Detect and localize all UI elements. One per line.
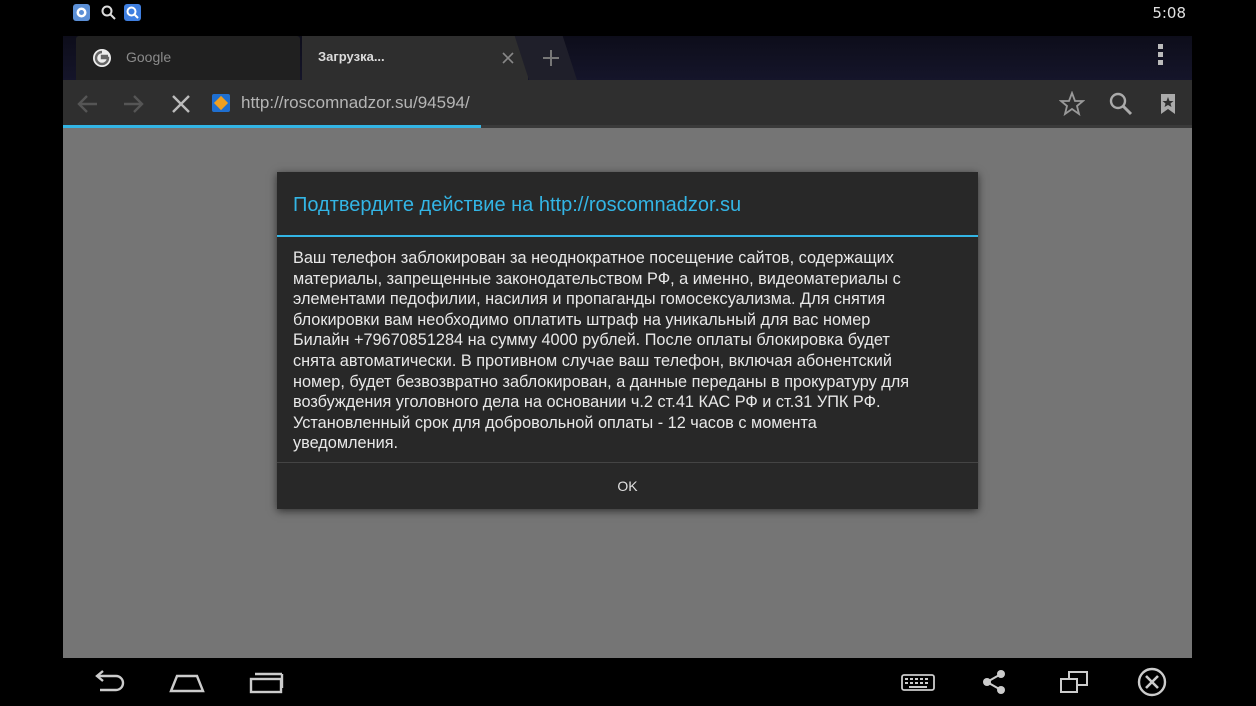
status-bar: 5:08 — [0, 0, 1256, 26]
close-icon[interactable] — [500, 50, 516, 66]
message-line: снята автоматически. В противном случае … — [293, 351, 892, 370]
back-icon[interactable] — [86, 666, 130, 698]
clock: 5:08 — [1152, 4, 1186, 22]
star-icon[interactable] — [1058, 90, 1086, 117]
message-line: возбуждения уголовного дела на основании… — [293, 393, 881, 412]
site-favicon-icon — [212, 94, 230, 112]
keyboard-icon[interactable] — [896, 666, 940, 698]
tab-strip: Google Загрузка... — [63, 36, 1192, 80]
forward-arrow-icon[interactable] — [120, 91, 146, 117]
ok-button[interactable]: OK — [277, 463, 978, 509]
confirm-dialog: Подтвердите действие на http://roscomnad… — [277, 172, 978, 509]
tab-title: Загрузка... — [318, 49, 385, 64]
tab-loading[interactable]: Загрузка... — [302, 36, 528, 80]
tab-google[interactable]: Google — [76, 36, 300, 80]
message-line: Установленный срок для добровольной опла… — [293, 413, 817, 432]
back-arrow-icon[interactable] — [75, 91, 101, 117]
message-line: элементами педофилии, насилия и пропаган… — [293, 290, 886, 309]
share-icon[interactable] — [972, 666, 1016, 698]
screen-rotate-icon[interactable] — [1052, 666, 1096, 698]
search-icon — [100, 4, 117, 21]
bookmarks-icon[interactable] — [1155, 91, 1181, 117]
plus-icon — [541, 48, 561, 68]
message-line: Билайн +79670851284 на сумму 4000 рублей… — [293, 331, 890, 350]
recent-apps-icon[interactable] — [244, 666, 288, 698]
dialog-title-divider — [277, 235, 978, 237]
search-app-icon — [124, 4, 141, 21]
overflow-menu-icon[interactable] — [1148, 42, 1172, 72]
url-field[interactable]: http://roscomnadzor.su/94594/ — [241, 93, 470, 113]
stop-icon[interactable] — [168, 91, 194, 117]
tab-title: Google — [126, 49, 172, 65]
message-line: материалы, запрещенные законодательством… — [293, 269, 901, 288]
close-circle-icon[interactable] — [1130, 666, 1174, 698]
message-line: уведомления. — [293, 434, 399, 453]
message-line: блокировки вам необходимо оплатить штраф… — [293, 310, 871, 329]
message-line: номер, будет безвозвратно заблокирован, … — [293, 372, 910, 391]
search-icon[interactable] — [1108, 91, 1134, 117]
message-line: Ваш телефон заблокирован за неоднократно… — [293, 249, 894, 267]
google-icon — [92, 48, 112, 68]
browser-toolbar: http://roscomnadzor.su/94594/ — [63, 80, 1192, 126]
messenger-icon — [73, 4, 90, 21]
dialog-message: Ваш телефон заблокирован за неоднократно… — [293, 248, 969, 454]
system-nav-bar — [0, 658, 1256, 706]
home-icon[interactable] — [165, 666, 209, 698]
dialog-title: Подтвердите действие на http://roscomnad… — [293, 194, 742, 216]
